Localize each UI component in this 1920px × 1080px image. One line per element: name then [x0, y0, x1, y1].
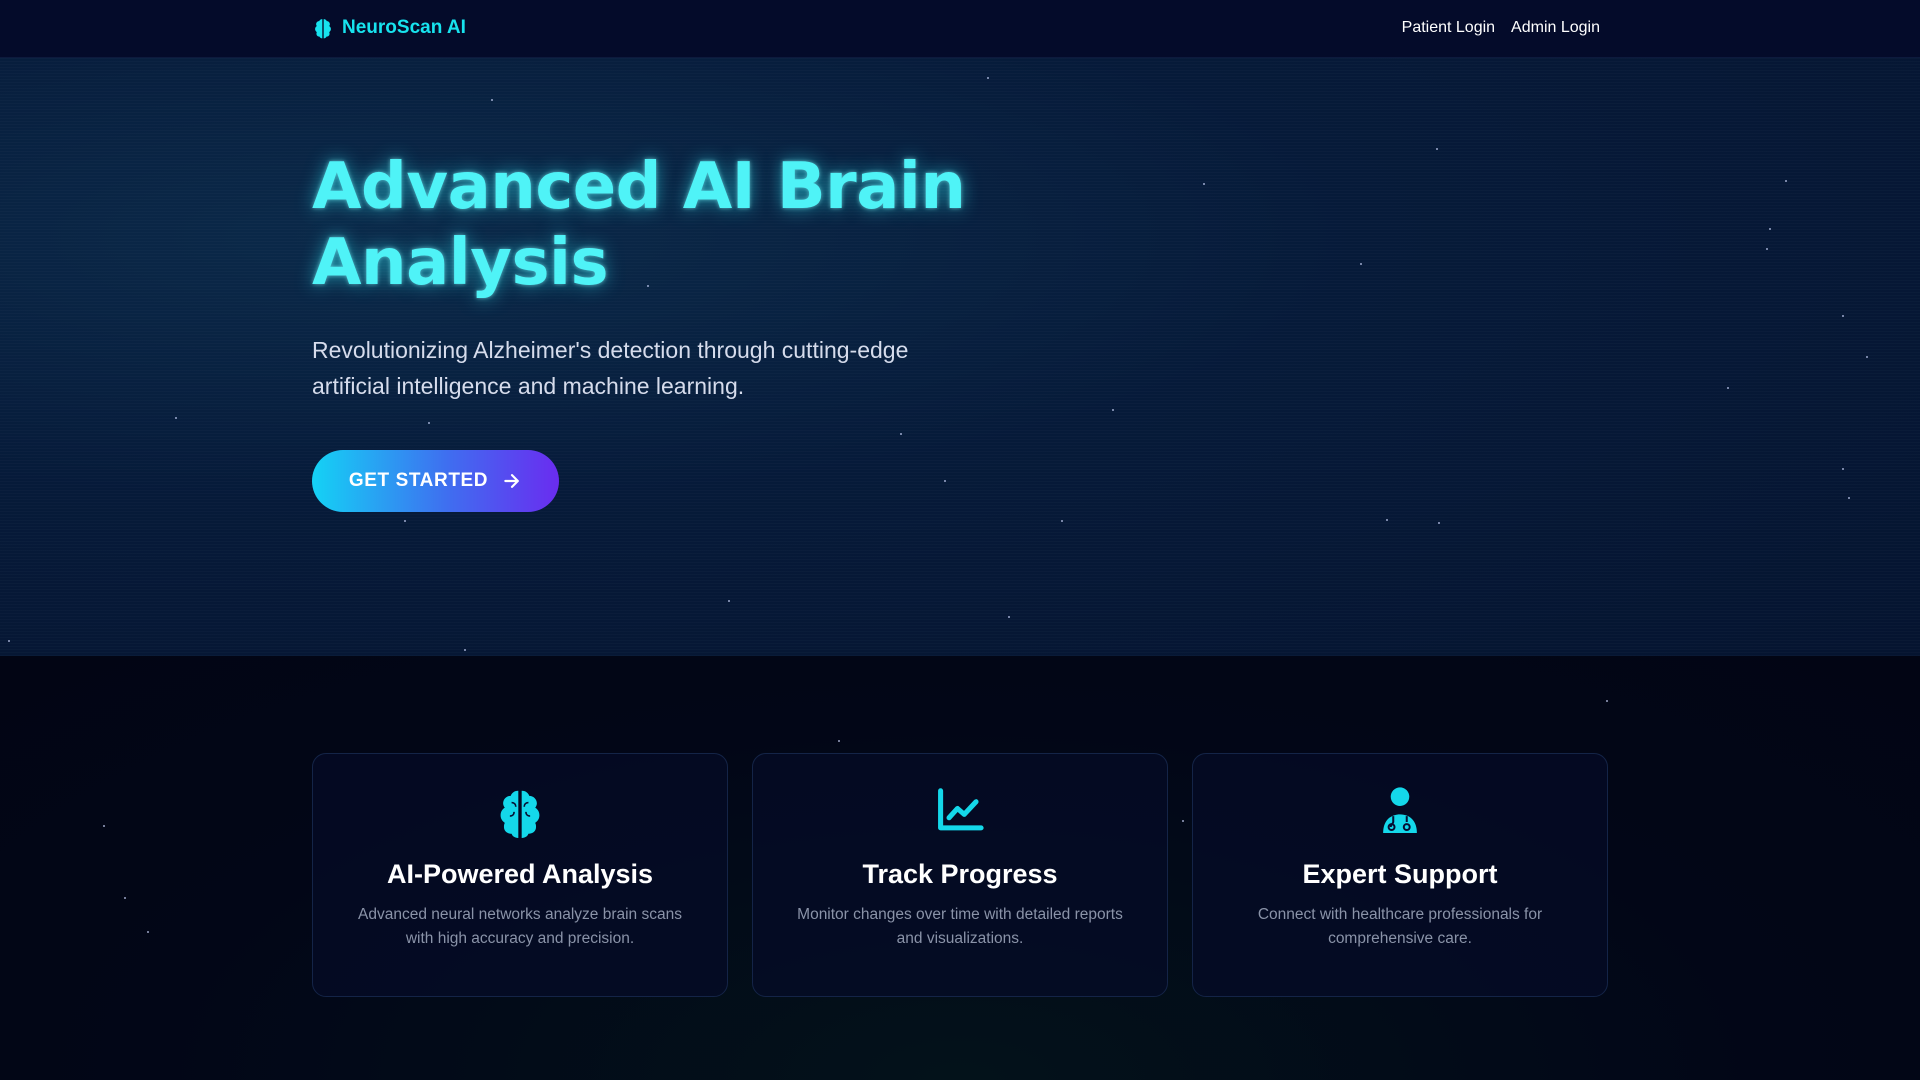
star-decoration: [1203, 183, 1205, 185]
feature-description: Monitor changes over time with detailed …: [797, 906, 1123, 947]
feature-card-expert-support: Expert Support Connect with healthcare p…: [1192, 753, 1608, 997]
star-decoration: [1769, 228, 1771, 230]
feature-card-ai-analysis: AI-Powered Analysis Advanced neural netw…: [312, 753, 728, 997]
star-decoration: [1785, 180, 1787, 182]
get-started-label: GET STARTED: [348, 470, 489, 491]
nav-links: Patient Login Admin Login: [1402, 19, 1600, 37]
star-decoration: [1848, 497, 1850, 499]
feature-title: Expert Support: [1302, 859, 1498, 889]
page: Advanced AI Brain Analysis Revolutionizi…: [0, 0, 1920, 1080]
star-decoration: [647, 285, 649, 287]
navbar: NeuroScan AI Patient Login Admin Login: [0, 0, 1920, 58]
star-decoration: [1842, 315, 1844, 317]
feature-description: Advanced neural networks analyze brain s…: [358, 906, 682, 947]
arrow-right-icon: [504, 474, 520, 488]
star-decoration: [147, 931, 149, 933]
star-decoration: [1061, 520, 1063, 522]
hero-section: Advanced AI Brain Analysis Revolutionizi…: [0, 57, 1920, 656]
star-decoration: [944, 480, 946, 482]
chart-line-icon: [753, 784, 1167, 840]
star-decoration: [900, 433, 902, 435]
hero-subtitle: Revolutionizing Alzheimer's detection th…: [312, 337, 909, 399]
doctor-icon: [1193, 784, 1607, 840]
star-decoration: [1766, 248, 1768, 250]
star-decoration: [1436, 148, 1438, 150]
star-decoration: [1866, 356, 1868, 358]
star-decoration: [1008, 616, 1010, 618]
star-decoration: [728, 600, 730, 602]
star-decoration: [1112, 409, 1114, 411]
admin-login-link[interactable]: Admin Login: [1511, 19, 1600, 37]
star-decoration: [1360, 263, 1362, 265]
star-decoration: [1606, 700, 1608, 702]
brand-logo-link[interactable]: NeuroScan AI: [312, 17, 466, 39]
star-decoration: [175, 417, 177, 419]
features-section: AI-Powered Analysis Advanced neural netw…: [0, 656, 1920, 1080]
feature-card-track-progress: Track Progress Monitor changes over time…: [752, 753, 1168, 997]
brain-icon: [315, 19, 331, 39]
star-decoration: [464, 649, 466, 651]
star-decoration: [1727, 387, 1729, 389]
get-started-button[interactable]: GET STARTED: [312, 450, 559, 512]
star-decoration: [404, 520, 406, 522]
star-decoration: [103, 825, 105, 827]
star-decoration: [1386, 519, 1388, 521]
star-decoration: [1842, 468, 1844, 470]
star-decoration: [838, 740, 840, 742]
star-decoration: [987, 77, 989, 79]
feature-title: AI-Powered Analysis: [386, 859, 654, 889]
patient-login-link[interactable]: Patient Login: [1402, 19, 1495, 37]
feature-title: Track Progress: [862, 859, 1058, 889]
star-decoration: [428, 422, 430, 424]
hero-title: Advanced AI Brain Analysis: [312, 150, 966, 300]
star-decoration: [8, 640, 10, 642]
feature-description: Connect with healthcare professionals fo…: [1257, 906, 1543, 947]
star-decoration: [1438, 522, 1440, 524]
star-decoration: [1182, 820, 1184, 822]
star-decoration: [491, 99, 493, 101]
star-decoration: [124, 897, 126, 899]
brain-icon: [313, 784, 727, 840]
brand-name: NeuroScan AI: [342, 17, 466, 38]
